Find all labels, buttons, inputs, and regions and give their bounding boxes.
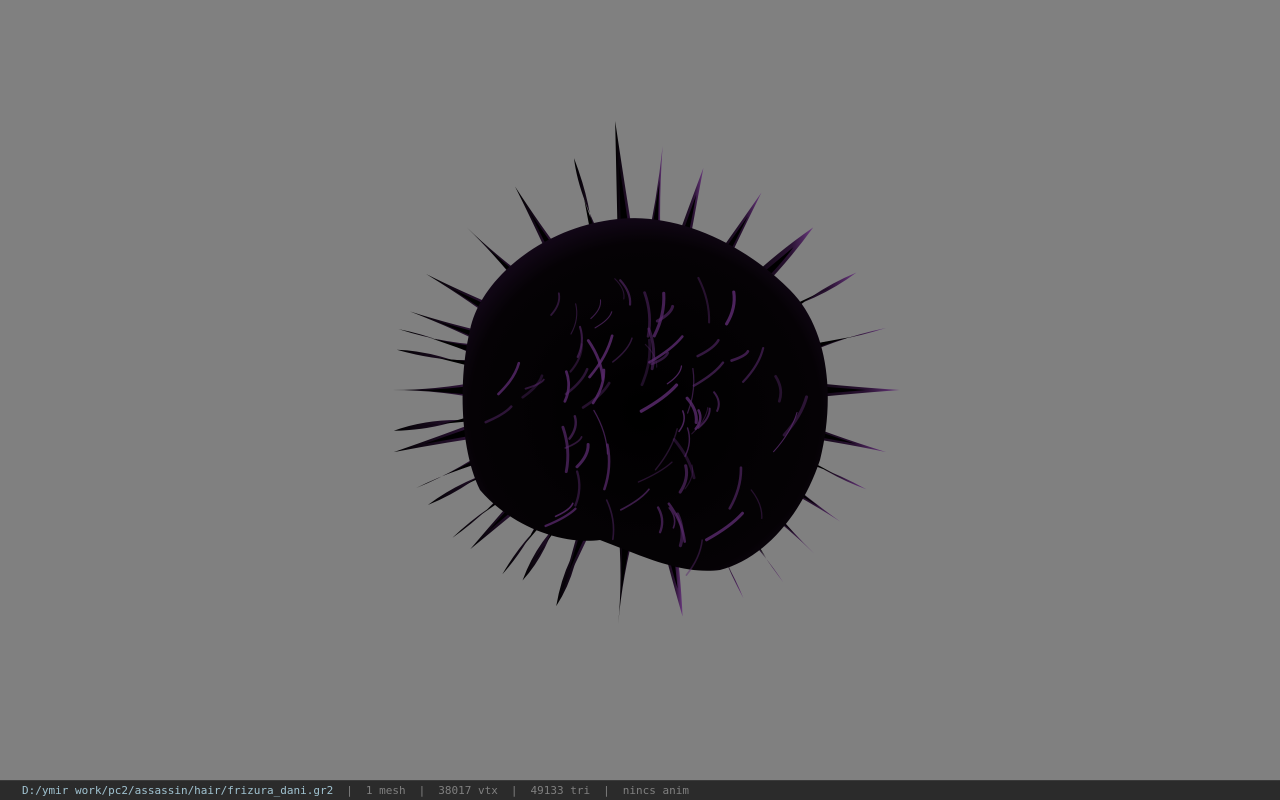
status-separator: | [603,784,610,797]
animation-status-label: nincs anim [622,784,689,797]
triangle-count-label: 49133 tri [530,784,591,797]
status-separator: | [510,784,518,797]
status-bar: D:/ymir work/pc2/assassin/hair/frizura_d… [0,780,1280,800]
3d-viewport[interactable] [0,0,1280,780]
file-path-label: D:/ymir work/pc2/assassin/hair/frizura_d… [22,784,334,797]
vertex-count-label: 38017 vtx [438,784,498,797]
status-separator: | [418,784,426,797]
mesh-count-label: 1 mesh [365,784,406,797]
status-separator: | [346,784,353,797]
hair-model-render [387,121,900,625]
